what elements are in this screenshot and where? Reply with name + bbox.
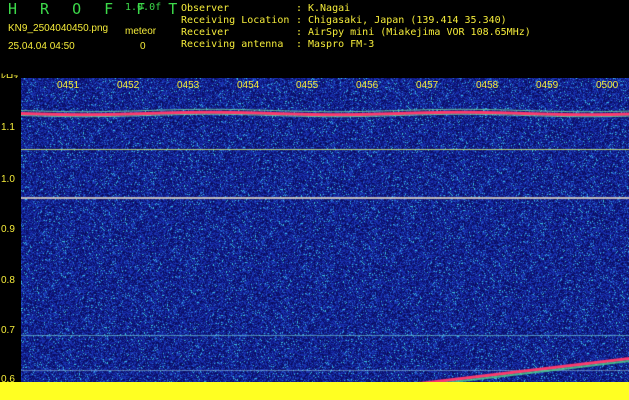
location-value: Chigasaki, Japan (139.414 35.340): [308, 15, 507, 26]
location-separator: :: [296, 15, 303, 26]
y-tick-1-1: 1.1: [1, 122, 15, 133]
x-tick-0452: 0452: [117, 80, 140, 91]
meteor-label: meteor: [125, 26, 157, 37]
location-label: Receiving Location: [181, 15, 290, 26]
observer-value: K.Nagai: [308, 3, 351, 14]
filename-label: KN9_2504040450.png: [8, 23, 109, 34]
observer-label: Observer: [181, 3, 230, 14]
receiver-label: Receiver: [181, 27, 230, 38]
x-tick-0457: 0457: [416, 80, 439, 91]
y-tick-0-8: 0.8: [1, 275, 15, 286]
version-label: 1.0.0f: [125, 2, 162, 13]
y-tick-1-0: 1.0: [1, 174, 15, 185]
datetime-label: 25.04.04 04:50: [8, 41, 75, 52]
receiver-value: AirSpy mini (Miakejima VOR 108.65MHz): [308, 27, 531, 38]
y-tick-0-7: 0.7: [1, 325, 15, 336]
antenna-value: Maspro FM-3: [308, 39, 375, 50]
x-tick-0454: 0454: [237, 80, 260, 91]
spectrogram-canvas: [21, 78, 629, 400]
x-tick-0456: 0456: [356, 80, 379, 91]
antenna-separator: :: [296, 39, 303, 50]
meteor-count: 0: [140, 41, 146, 52]
x-tick-0500: 0500: [596, 80, 619, 91]
header-panel: H R O F F T 1.0.0f KN9_2504040450.png me…: [0, 0, 629, 84]
y-tick-0-9: 0.9: [1, 224, 15, 235]
spectrogram-plot: [21, 78, 629, 400]
noise-band: [0, 382, 629, 400]
x-tick-0458: 0458: [476, 80, 499, 91]
x-tick-0451: 0451: [57, 80, 80, 91]
x-tick-0453: 0453: [177, 80, 200, 91]
x-tick-0455: 0455: [296, 80, 319, 91]
receiver-separator: :: [296, 27, 303, 38]
antenna-label: Receiving antenna: [181, 39, 284, 50]
observer-separator: :: [296, 3, 303, 14]
x-tick-0459: 0459: [536, 80, 559, 91]
